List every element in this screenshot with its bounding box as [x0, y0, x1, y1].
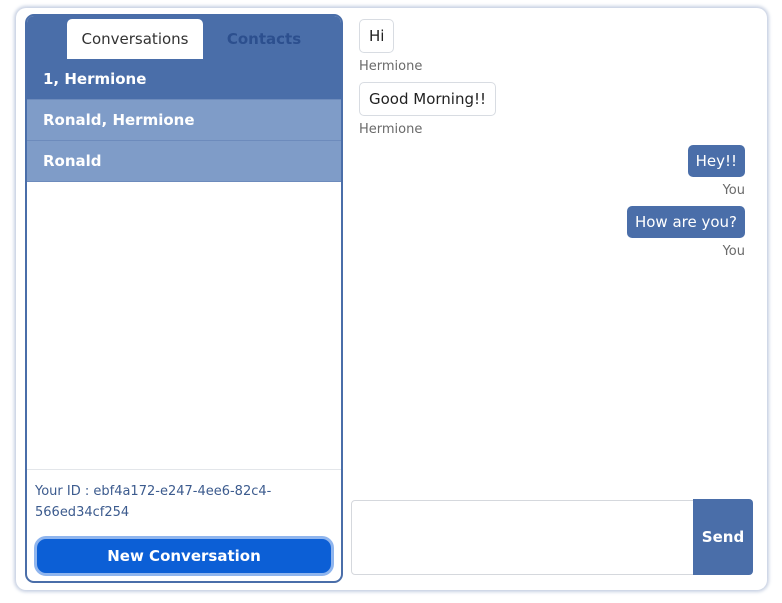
tab-bar: Conversations Contacts — [27, 16, 341, 59]
message-outgoing: How are you? You — [626, 206, 745, 259]
send-button[interactable]: Send — [693, 499, 753, 575]
message-sender: You — [722, 244, 745, 259]
conversation-item[interactable]: 1, Hermione — [27, 59, 341, 100]
conversation-list: 1, Hermione Ronald, Hermione Ronald — [27, 59, 341, 182]
tab-contacts[interactable]: Contacts — [204, 19, 324, 59]
divider — [27, 469, 341, 470]
message-incoming: Hi Hermione — [359, 19, 422, 74]
message-sender: You — [722, 183, 745, 198]
message-sender: Hermione — [359, 59, 423, 74]
message-bubble: How are you? — [626, 206, 745, 238]
conversation-item[interactable]: Ronald, Hermione — [27, 100, 341, 141]
tab-conversations[interactable]: Conversations — [67, 19, 203, 59]
message-input[interactable] — [351, 500, 694, 575]
user-id-text: Your ID : ebf4a172-e247-4ee6-82c4-566ed3… — [35, 484, 272, 520]
new-conversation-button[interactable]: New Conversation — [34, 536, 334, 576]
message-bubble: Good Morning!! — [359, 82, 497, 116]
message-bubble: Hey!! — [687, 145, 745, 177]
message-sender: Hermione — [359, 122, 423, 137]
conversation-item[interactable]: Ronald — [27, 141, 341, 182]
message-outgoing: Hey!! You — [687, 145, 745, 198]
message-incoming: Good Morning!! Hermione — [359, 82, 497, 137]
message-bubble: Hi — [359, 19, 395, 53]
sidebar: Conversations Contacts 1, Hermione Ronal… — [25, 14, 343, 583]
